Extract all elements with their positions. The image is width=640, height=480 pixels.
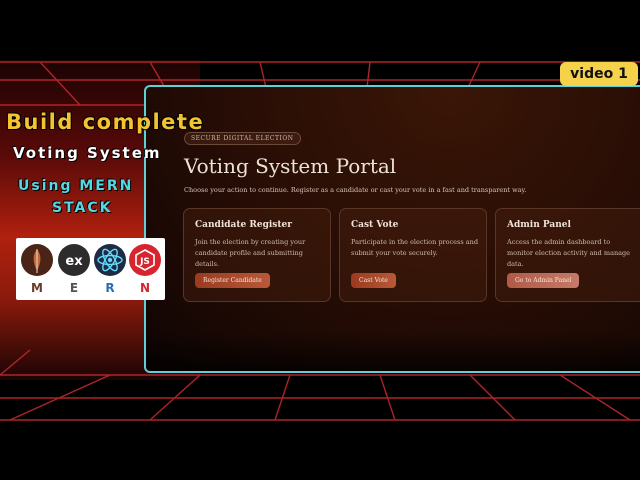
register-candidate-button[interactable]: Register Candidate: [195, 273, 270, 288]
svg-text:JS: JS: [139, 257, 150, 267]
card-title: Candidate Register: [195, 220, 293, 230]
logo-letter: R: [105, 281, 115, 295]
card-title: Cast Vote: [351, 220, 399, 230]
admin-panel-card: Admin Panel Access the admin dashboard t…: [495, 208, 640, 302]
horizon-silhouette: [146, 331, 640, 371]
logo-letter: N: [139, 281, 151, 295]
cast-vote-button[interactable]: Cast Vote: [351, 273, 396, 288]
headline-line-2: Voting System: [13, 144, 162, 162]
card-description: Access the admin dashboard to monitor el…: [507, 238, 631, 268]
headline-line-1: Build complete: [6, 110, 205, 134]
portal-subtitle: Choose your action to continue. Register…: [184, 186, 527, 194]
card-title: Admin Panel: [507, 220, 571, 230]
mern-logos-box: ex JS M E R N: [16, 238, 165, 300]
cast-vote-card: Cast Vote Participate in the election pr…: [339, 208, 487, 302]
react-icon: [94, 244, 126, 276]
headline-line-3: Using MERN: [18, 178, 134, 194]
svg-text:ex: ex: [65, 254, 83, 269]
portal-window: SECURE DIGITAL ELECTION Voting System Po…: [144, 85, 640, 373]
admin-panel-button[interactable]: Go to Admin Panel: [507, 273, 580, 288]
headline-line-4: STACK: [52, 200, 113, 216]
card-description: Participate in the election process and …: [351, 238, 478, 257]
card-description: Join the election by creating your candi…: [195, 238, 306, 268]
candidate-register-card: Candidate Register Join the election by …: [183, 208, 331, 302]
portal-title: Voting System Portal: [184, 154, 397, 178]
mongodb-icon: [21, 244, 53, 276]
thumbnail-stage: SECURE DIGITAL ELECTION Voting System Po…: [0, 0, 640, 480]
logo-letter: E: [69, 281, 79, 295]
nodejs-icon: JS: [129, 244, 161, 276]
video-number-badge: video 1: [560, 62, 638, 86]
express-icon: ex: [58, 244, 90, 276]
logo-letter: M: [31, 281, 43, 295]
